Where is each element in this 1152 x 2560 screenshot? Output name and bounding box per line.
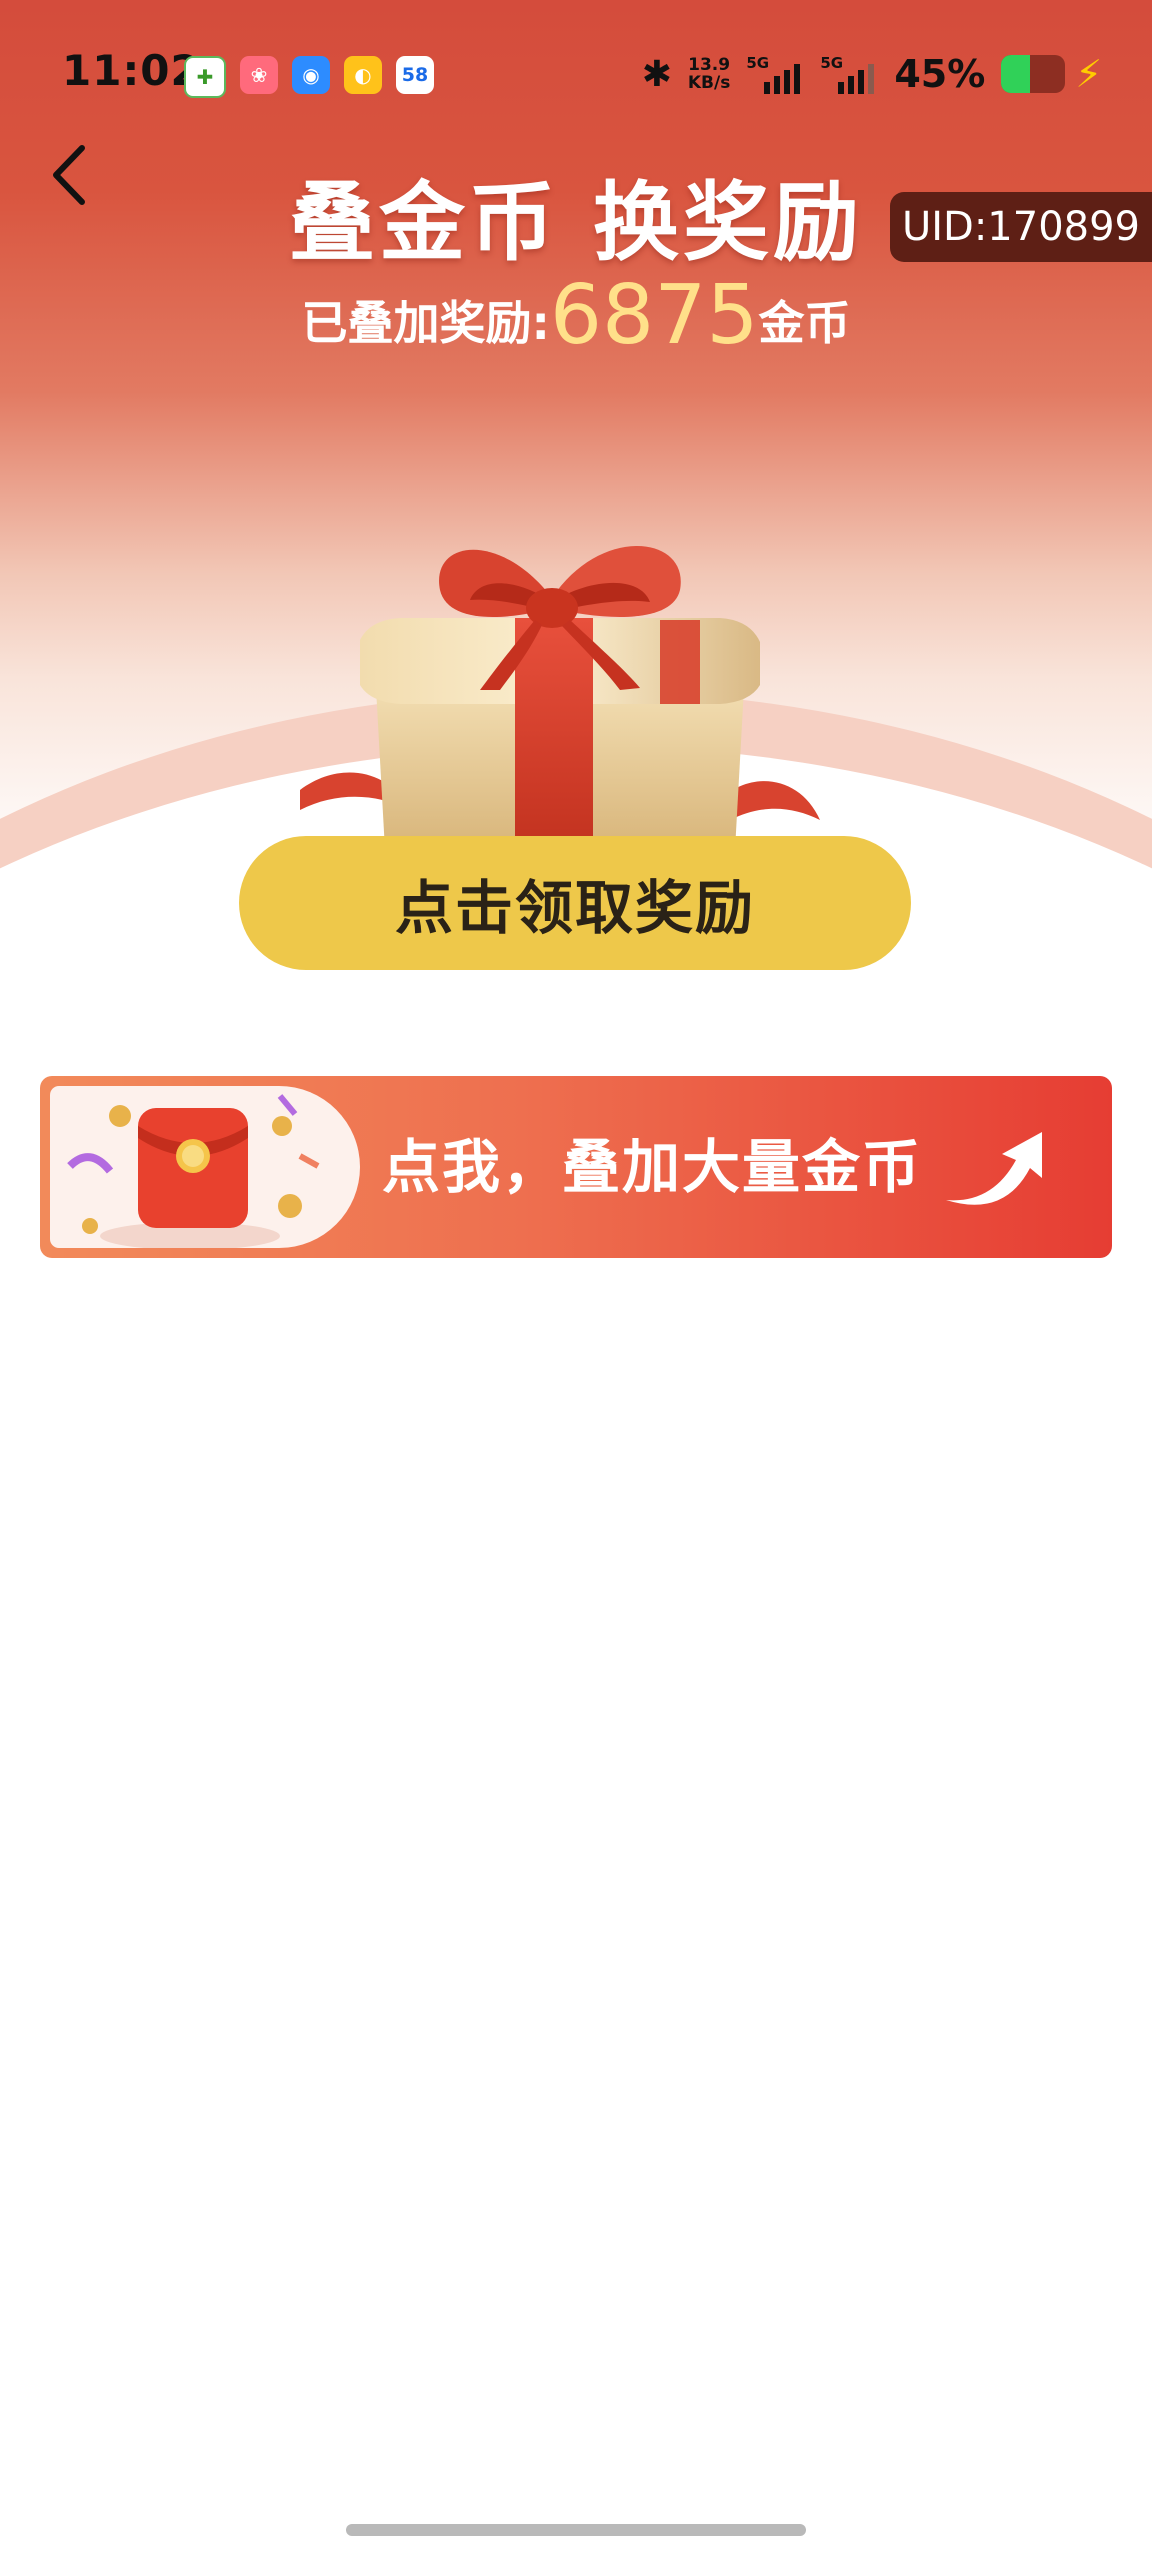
gift-box-icon <box>300 545 820 850</box>
stacked-reward-prefix: 已叠加奖励: <box>301 296 550 350</box>
bluetooth-icon: ✱ <box>641 53 672 95</box>
battery-percent: 45% <box>894 52 986 96</box>
stacked-reward-amount: 6875 <box>549 268 759 363</box>
red-envelope-thumbnail <box>50 1086 360 1248</box>
claim-reward-button[interactable]: 点击领取奖励 <box>239 836 911 970</box>
stacked-reward-line: 已叠加奖励:6875金币 <box>0 268 1152 363</box>
app-notification-icon: ◉ <box>292 56 330 94</box>
signal-sim1-icon: 5G <box>746 54 804 94</box>
sim2-label: 5G <box>820 54 844 72</box>
banner-text: 点我，叠加大量金币 <box>382 1133 923 1201</box>
app-notification-icon: ✚ <box>184 56 226 98</box>
app-notification-icon: ❀ <box>240 56 278 94</box>
network-speed: 13.9 KB/s <box>688 56 730 92</box>
status-right-group: ✱ 13.9 KB/s 5G 5G 45% ⚡ <box>642 52 1102 96</box>
app-58-icon: 58 <box>396 56 434 94</box>
network-speed-unit: KB/s <box>687 73 731 93</box>
charging-bolt-icon: ⚡ <box>1075 52 1102 96</box>
status-bar: 11:02 ✚ ❀ ◉ ◐ 58 ✱ 13.9 KB/s 5G 5G 45% ⚡ <box>0 0 1152 150</box>
signal-sim2-icon: 5G <box>820 54 878 94</box>
red-envelope-icon <box>67 1094 320 1248</box>
notification-icons: ✚ ❀ ◉ ◐ 58 <box>184 56 434 98</box>
battery-fill <box>1001 55 1031 93</box>
status-time: 11:02 <box>62 46 201 95</box>
curved-arrow-icon <box>946 1132 1042 1205</box>
battery-icon <box>1001 55 1066 93</box>
sim1-label: 5G <box>746 54 770 72</box>
stack-coins-banner[interactable]: 点我，叠加大量金币 <box>40 1076 1112 1258</box>
home-indicator[interactable] <box>346 2524 806 2536</box>
app-notification-icon: ◐ <box>344 56 382 94</box>
uid-badge: UID:170899 <box>889 192 1152 262</box>
stacked-reward-unit: 金币 <box>758 296 851 350</box>
network-speed-value: 13.9 <box>688 55 731 75</box>
